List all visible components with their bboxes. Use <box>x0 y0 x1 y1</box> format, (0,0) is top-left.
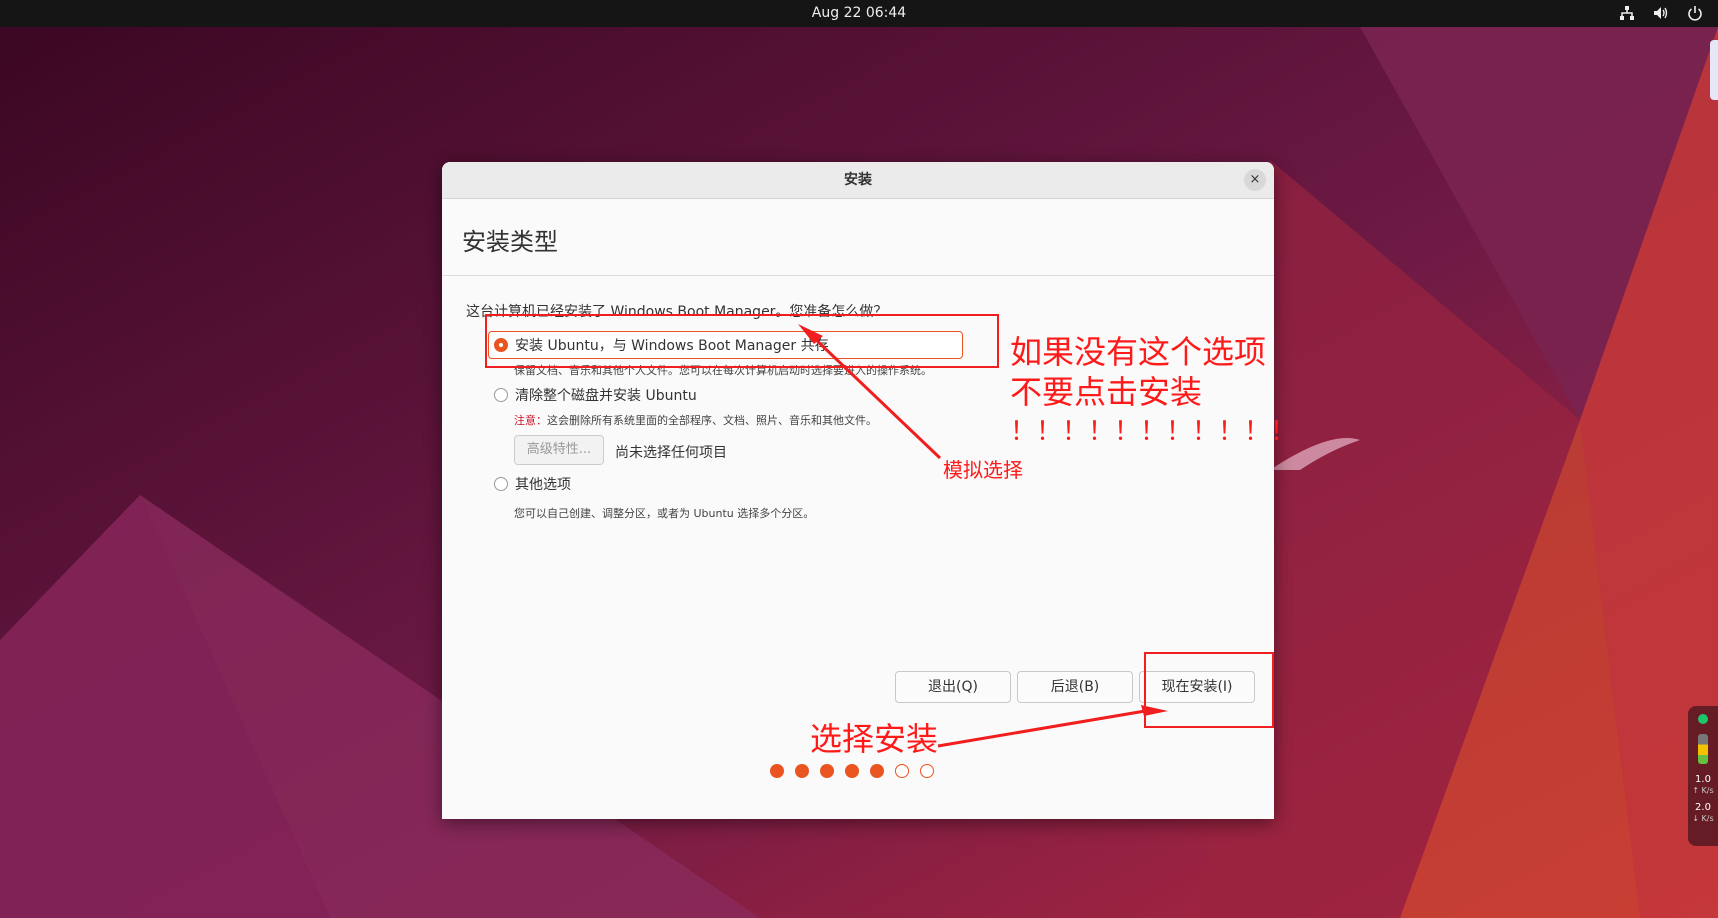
back-button[interactable]: 后退(B) <box>1017 671 1133 703</box>
warning-text: 这会删除所有系统里面的全部程序、文档、照片、音乐和其他文件。 <box>547 414 877 427</box>
annotation-box-option <box>485 314 999 368</box>
annotation-note: 如果没有这个选项 不要点击安装 ！！！！！！！！！！！ <box>1010 332 1296 452</box>
option-label: 清除整个磁盘并安装 Ubuntu <box>515 388 697 404</box>
page-title: 安装类型 <box>462 228 558 256</box>
quit-button[interactable]: 退出(Q) <box>895 671 1011 703</box>
progress-dot <box>920 764 934 778</box>
divider <box>442 275 1274 276</box>
progress-dots <box>770 764 934 778</box>
advanced-status: 尚未选择任何项目 <box>615 445 727 461</box>
annotation-label-install: 选择安装 <box>810 720 939 758</box>
system-tray[interactable] <box>1618 4 1704 22</box>
status-dot <box>1698 714 1708 724</box>
download-rate: 2.0 ↓ K/s <box>1692 802 1714 823</box>
progress-dot <box>820 764 834 778</box>
progress-dot <box>870 764 884 778</box>
volume-icon[interactable] <box>1652 4 1670 22</box>
advanced-features-button[interactable]: 高级特性... <box>514 435 604 465</box>
dialog-title: 安装 <box>844 172 872 188</box>
dock-handle[interactable] <box>1710 40 1718 100</box>
annotation-note-line: 如果没有这个选项 <box>1010 333 1267 371</box>
upload-rate: 1.0 ↑ K/s <box>1692 774 1714 795</box>
network-icon[interactable] <box>1618 4 1636 22</box>
dialog-titlebar[interactable]: 安装 × <box>442 162 1274 199</box>
annotation-note-line: 不要点击安装 <box>1010 373 1203 411</box>
close-button[interactable]: × <box>1244 169 1266 191</box>
option-something-else[interactable]: 其他选项 <box>494 475 571 493</box>
option-label: 其他选项 <box>515 477 571 493</box>
option-description: 您可以自己创建、调整分区，或者为 Ubuntu 选择多个分区。 <box>514 507 815 520</box>
annotation-label-simulate: 模拟选择 <box>943 458 1023 482</box>
top-bar: Aug 22 06:44 <box>0 0 1718 27</box>
radio-button[interactable] <box>494 477 508 491</box>
progress-dot <box>845 764 859 778</box>
network-speed-widget: 1.0 ↑ K/s 2.0 ↓ K/s <box>1688 706 1718 846</box>
warning-prefix: 注意： <box>514 414 547 427</box>
progress-dot <box>795 764 809 778</box>
option-erase-disk[interactable]: 清除整个磁盘并安装 Ubuntu <box>494 386 697 404</box>
annotation-box-install <box>1144 652 1274 728</box>
usage-bar <box>1698 734 1708 764</box>
progress-dot <box>895 764 909 778</box>
option-warning: 注意：这会删除所有系统里面的全部程序、文档、照片、音乐和其他文件。 <box>514 412 877 428</box>
radio-button[interactable] <box>494 388 508 402</box>
annotation-exclamations: ！！！！！！！！！！！ <box>1010 417 1297 447</box>
progress-dot <box>770 764 784 778</box>
clock[interactable]: Aug 22 06:44 <box>0 5 1718 21</box>
power-icon[interactable] <box>1686 4 1704 22</box>
